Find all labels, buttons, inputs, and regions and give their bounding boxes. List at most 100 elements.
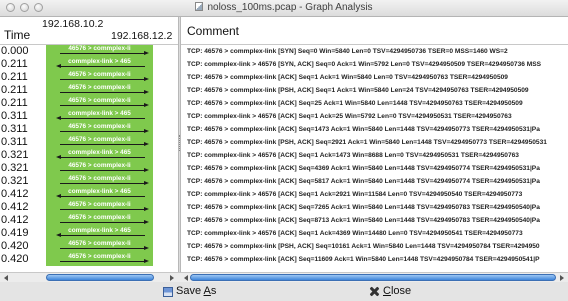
row-time: 0.311 xyxy=(1,136,28,148)
graph-row[interactable]: 0.211 commplex-link > 465 xyxy=(0,58,178,71)
graph-row[interactable]: 0.412 46576 > commplex-li xyxy=(0,201,178,214)
window-title-text: noloss_100ms.pcap - Graph Analysis xyxy=(207,2,373,13)
comment-row[interactable]: TCP: 46576 > commplex-link [ACK] Seq=1 A… xyxy=(181,71,568,84)
comment-row[interactable]: TCP: commplex-link > 46576 [ACK] Seq=1 A… xyxy=(181,227,568,240)
comment-scroll-thumb[interactable] xyxy=(190,274,556,281)
close-x-icon xyxy=(369,286,380,297)
flow-cell[interactable]: 46576 > commplex-li xyxy=(46,214,153,227)
graph-scroll-thumb[interactable] xyxy=(46,274,154,281)
graph-row[interactable]: 0.000 46576 > commplex-li xyxy=(0,45,178,58)
graph-row[interactable]: 0.321 46576 > commplex-li xyxy=(0,175,178,188)
flow-cell[interactable]: commplex-link > 465 xyxy=(46,149,153,162)
flow-cell[interactable]: 46576 > commplex-li xyxy=(46,162,153,175)
arrow-left-icon xyxy=(56,116,61,120)
close-button[interactable]: Close xyxy=(369,284,411,299)
comment-row[interactable]: TCP: 46576 > commplex-link [ACK] Seq=871… xyxy=(181,214,568,227)
comment-row[interactable]: TCP: 46576 > commplex-link [PSH, ACK] Se… xyxy=(181,136,568,149)
save-as-button[interactable]: Save As xyxy=(163,284,216,299)
arrow-left-icon xyxy=(56,194,61,198)
comment-row[interactable]: TCP: 46576 > commplex-link [ACK] Seq=436… xyxy=(181,162,568,175)
arrow-left-icon xyxy=(56,233,61,237)
flow-label: 46576 > commplex-li xyxy=(68,240,131,247)
flow-graph: 0.000 46576 > commplex-li 0.211 commplex-li… xyxy=(0,45,178,266)
flow-cell[interactable]: 46576 > commplex-li xyxy=(46,240,153,253)
flow-cell[interactable]: commplex-link > 465 xyxy=(46,58,153,71)
graph-row[interactable]: 0.412 46576 > commplex-li xyxy=(0,214,178,227)
comment-scroll-right-icon[interactable] xyxy=(560,275,564,281)
flow-cell[interactable]: 46576 > commplex-li xyxy=(46,123,153,136)
flow-label: 46576 > commplex-li xyxy=(68,45,131,52)
flow-cell[interactable]: 46576 > commplex-li xyxy=(46,136,153,149)
flow-cell[interactable]: 46576 > commplex-li xyxy=(46,71,153,84)
flow-label: 46576 > commplex-li xyxy=(68,162,131,169)
flow-cell[interactable]: 46576 > commplex-li xyxy=(46,175,153,188)
flow-arrow-line xyxy=(60,66,145,67)
flow-label: 46576 > commplex-li xyxy=(68,175,131,182)
row-time: 0.211 xyxy=(1,97,28,109)
row-time: 0.211 xyxy=(1,84,28,96)
flow-arrow-line xyxy=(60,235,145,236)
flow-arrow-line xyxy=(60,105,145,106)
flow-cell[interactable]: 46576 > commplex-li xyxy=(46,84,153,97)
graph-row[interactable]: 0.321 commplex-link > 465 xyxy=(0,149,178,162)
comment-row[interactable]: TCP: 46576 > commplex-link [ACK] Seq=581… xyxy=(181,175,568,188)
graph-analysis-panel: Time 192.168.10.2 192.168.12.2 Comment 0… xyxy=(0,17,568,272)
comment-row[interactable]: TCP: commplex-link > 46576 [ACK] Seq=1 A… xyxy=(181,188,568,201)
graph-row[interactable]: 0.412 commplex-link > 465 xyxy=(0,188,178,201)
flow-cell[interactable]: commplex-link > 465 xyxy=(46,227,153,240)
comment-row[interactable]: TCP: 46576 > commplex-link [ACK] Seq=25 … xyxy=(181,97,568,110)
row-time: 0.412 xyxy=(1,188,29,200)
graph-row[interactable]: 0.211 46576 > commplex-li xyxy=(0,97,178,110)
row-time: 0.211 xyxy=(1,71,28,83)
arrow-right-icon xyxy=(144,246,149,250)
graph-row[interactable]: 0.321 46576 > commplex-li xyxy=(0,162,178,175)
comment-row[interactable]: TCP: commplex-link > 46576 [ACK] Seq=1 A… xyxy=(181,110,568,123)
flow-label: commplex-link > 465 xyxy=(68,227,131,234)
graph-row[interactable]: 0.420 46576 > commplex-li xyxy=(0,253,178,266)
comment-scroll-left-icon[interactable] xyxy=(184,275,188,281)
comment-row[interactable]: TCP: 46576 > commplex-link [SYN] Seq=0 W… xyxy=(181,45,568,58)
flow-label: commplex-link > 465 xyxy=(68,58,131,65)
flow-label: commplex-link > 465 xyxy=(68,188,131,195)
row-time: 0.321 xyxy=(1,149,29,161)
flow-arrow-line xyxy=(60,92,145,93)
flow-label: 46576 > commplex-li xyxy=(68,84,131,91)
button-bar: Save As Close xyxy=(0,282,568,301)
row-time: 0.321 xyxy=(1,162,29,174)
graph-row[interactable]: 0.311 46576 > commplex-li xyxy=(0,136,178,149)
comment-row[interactable]: TCP: commplex-link > 46576 [ACK] Seq=1 A… xyxy=(181,149,568,162)
comment-row[interactable]: TCP: 46576 > commplex-link [PSH, ACK] Se… xyxy=(181,240,568,253)
row-time: 0.420 xyxy=(1,240,29,252)
arrow-right-icon xyxy=(144,90,149,94)
comment-row[interactable]: TCP: 46576 > commplex-link [ACK] Seq=726… xyxy=(181,201,568,214)
flow-label: 46576 > commplex-li xyxy=(68,123,131,130)
flow-label: 46576 > commplex-li xyxy=(68,253,131,260)
graph-row[interactable]: 0.419 commplex-link > 465 xyxy=(0,227,178,240)
row-time: 0.420 xyxy=(1,253,29,265)
comment-row[interactable]: TCP: commplex-link > 46576 [SYN, ACK] Se… xyxy=(181,58,568,71)
row-time: 0.412 xyxy=(1,201,29,213)
row-time: 0.311 xyxy=(1,123,28,135)
comment-row[interactable]: TCP: 46576 > commplex-link [ACK] Seq=116… xyxy=(181,253,568,266)
graph-row[interactable]: 0.211 46576 > commplex-li xyxy=(0,84,178,97)
graph-row[interactable]: 0.311 46576 > commplex-li xyxy=(0,123,178,136)
flow-cell[interactable]: commplex-link > 465 xyxy=(46,188,153,201)
flow-cell[interactable]: 46576 > commplex-li xyxy=(46,45,153,58)
row-time: 0.311 xyxy=(1,110,28,122)
graph-row[interactable]: 0.420 46576 > commplex-li xyxy=(0,240,178,253)
flow-label: 46576 > commplex-li xyxy=(68,136,131,143)
comment-row[interactable]: TCP: 46576 > commplex-link [PSH, ACK] Se… xyxy=(181,84,568,97)
flow-cell[interactable]: commplex-link > 465 xyxy=(46,110,153,123)
flow-cell[interactable]: 46576 > commplex-li xyxy=(46,201,153,214)
flow-cell[interactable]: 46576 > commplex-li xyxy=(46,253,153,266)
flow-arrow-line xyxy=(60,79,145,80)
graph-scroll-left-icon[interactable] xyxy=(4,275,8,281)
comment-row[interactable]: TCP: 46576 > commplex-link [ACK] Seq=147… xyxy=(181,123,568,136)
graph-scroll-right-icon[interactable] xyxy=(170,275,174,281)
arrow-right-icon xyxy=(144,51,149,55)
graph-header: Time 192.168.10.2 192.168.12.2 xyxy=(0,17,178,45)
graph-row[interactable]: 0.311 commplex-link > 465 xyxy=(0,110,178,123)
flow-cell[interactable]: 46576 > commplex-li xyxy=(46,97,153,110)
comment-list: TCP: 46576 > commplex-link [SYN] Seq=0 W… xyxy=(181,45,568,266)
graph-row[interactable]: 0.211 46576 > commplex-li xyxy=(0,71,178,84)
